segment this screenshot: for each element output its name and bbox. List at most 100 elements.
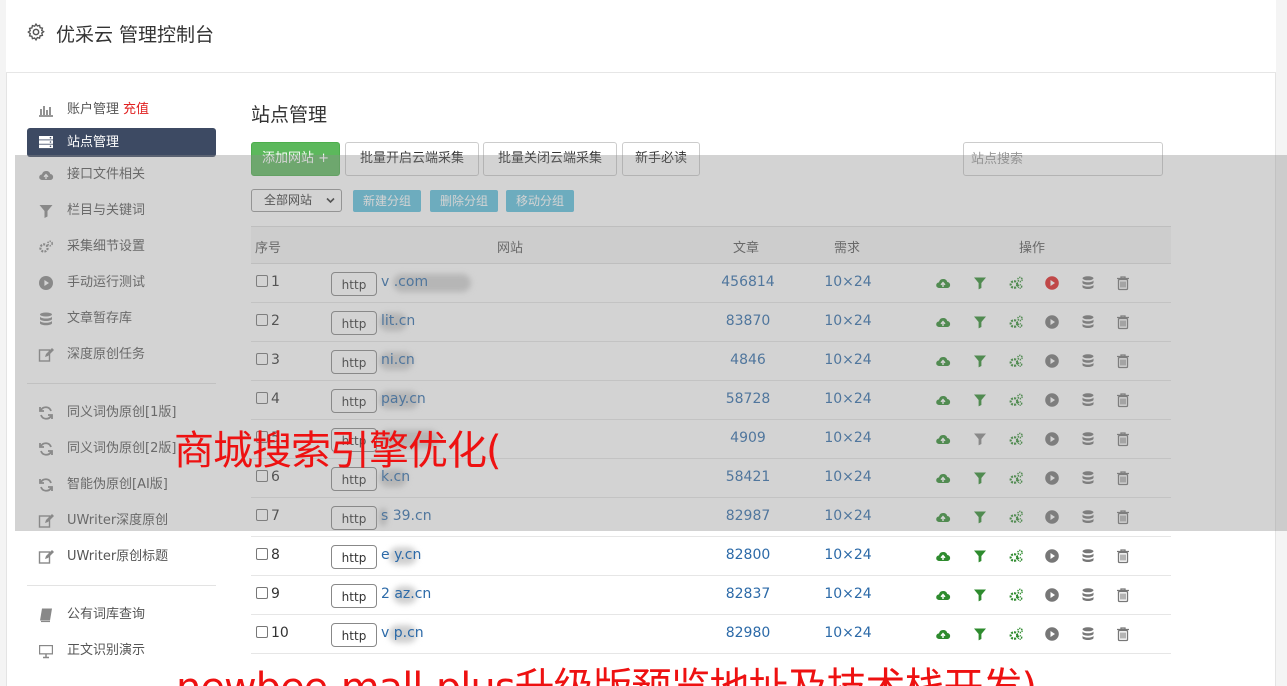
site-search-input[interactable] [963,142,1163,176]
gears-icon[interactable] [1008,626,1024,642]
database-icon[interactable] [1080,587,1096,603]
gears-icon[interactable] [1008,431,1024,447]
cloud-upload-icon[interactable] [935,587,951,603]
database-icon[interactable] [1080,548,1096,564]
article-count-link[interactable]: 82980 [711,625,785,641]
protocol-button[interactable]: http [331,272,377,296]
sidebar-item-uwriter-deep[interactable]: UWriter深度原创 [27,503,216,539]
play-circle-icon[interactable] [1044,275,1060,291]
protocol-button[interactable]: http [331,506,377,530]
cloud-upload-icon[interactable] [935,626,951,642]
row-checkbox[interactable] [256,353,268,365]
gears-icon[interactable] [1008,392,1024,408]
site-domain-link[interactable]: v .com [381,274,428,290]
database-icon[interactable] [1080,392,1096,408]
article-count-link[interactable]: 58728 [711,391,785,407]
recharge-link[interactable]: 充值 [123,102,149,117]
database-icon[interactable] [1080,353,1096,369]
delete-group-button[interactable]: 删除分组 [430,190,498,212]
play-circle-icon[interactable] [1044,548,1060,564]
filter-icon[interactable] [972,353,988,369]
cloud-upload-icon[interactable] [935,314,951,330]
new-group-button[interactable]: 新建分组 [353,190,421,212]
filter-icon[interactable] [972,470,988,486]
site-domain-link[interactable]: pay.cn [381,391,426,407]
site-domain-link[interactable]: e y.cn [381,547,421,563]
cloud-upload-icon[interactable] [935,470,951,486]
trash-icon[interactable] [1115,392,1131,408]
article-count-link[interactable]: 83870 [711,313,785,329]
gears-icon[interactable] [1008,470,1024,486]
cloud-upload-icon[interactable] [935,275,951,291]
newbie-guide-button[interactable]: 新手必读 [622,142,700,176]
protocol-button[interactable]: http [331,350,377,374]
enable-cloud-collect-button[interactable]: 批量开启云端采集 [345,142,479,176]
row-checkbox[interactable] [256,275,268,287]
site-domain-link[interactable]: s 39.cn [381,508,432,524]
play-circle-icon[interactable] [1044,353,1060,369]
article-count-link[interactable]: 58421 [711,469,785,485]
cloud-upload-icon[interactable] [935,392,951,408]
trash-icon[interactable] [1115,626,1131,642]
sidebar-item-account[interactable]: 账户管理 充值 [27,92,216,128]
row-checkbox[interactable] [256,587,268,599]
demand-link[interactable]: 10×24 [811,586,885,602]
filter-icon[interactable] [972,314,988,330]
row-checkbox[interactable] [256,392,268,404]
database-icon[interactable] [1080,509,1096,525]
site-domain-link[interactable]: lit.cn [381,313,415,329]
filter-icon[interactable] [972,509,988,525]
demand-link[interactable]: 10×24 [811,274,885,290]
trash-icon[interactable] [1115,431,1131,447]
trash-icon[interactable] [1115,548,1131,564]
demand-link[interactable]: 10×24 [811,430,885,446]
trash-icon[interactable] [1115,587,1131,603]
database-icon[interactable] [1080,626,1096,642]
disable-cloud-collect-button[interactable]: 批量关闭云端采集 [483,142,617,176]
demand-link[interactable]: 10×24 [811,391,885,407]
database-icon[interactable] [1080,314,1096,330]
play-circle-icon[interactable] [1044,470,1060,486]
gears-icon[interactable] [1008,587,1024,603]
article-count-link[interactable]: 82800 [711,547,785,563]
trash-icon[interactable] [1115,509,1131,525]
demand-link[interactable]: 10×24 [811,352,885,368]
demand-link[interactable]: 10×24 [811,469,885,485]
protocol-button[interactable]: http [331,311,377,335]
article-count-link[interactable]: 456814 [711,274,785,290]
sidebar-item-deep-original[interactable]: 深度原创任务 [27,337,216,373]
filter-icon[interactable] [972,548,988,564]
site-domain-link[interactable]: ni.cn [381,352,415,368]
filter-icon[interactable] [972,431,988,447]
database-icon[interactable] [1080,275,1096,291]
play-circle-icon[interactable] [1044,509,1060,525]
database-icon[interactable] [1080,431,1096,447]
filter-icon[interactable] [972,275,988,291]
cloud-upload-icon[interactable] [935,431,951,447]
demand-link[interactable]: 10×24 [811,313,885,329]
group-select[interactable]: 全部网站 [251,189,342,212]
sidebar-item-uwriter-title[interactable]: UWriter原创标题 [27,539,216,575]
trash-icon[interactable] [1115,314,1131,330]
demand-link[interactable]: 10×24 [811,547,885,563]
demand-link[interactable]: 10×24 [811,625,885,641]
play-circle-icon[interactable] [1044,626,1060,642]
row-checkbox[interactable] [256,509,268,521]
move-group-button[interactable]: 移动分组 [506,190,574,212]
sidebar-item-public-lexicon[interactable]: 公有词库查询 [27,597,216,633]
cloud-upload-icon[interactable] [935,353,951,369]
cloud-upload-icon[interactable] [935,548,951,564]
gears-icon[interactable] [1008,353,1024,369]
gears-icon[interactable] [1008,509,1024,525]
trash-icon[interactable] [1115,470,1131,486]
play-circle-icon[interactable] [1044,431,1060,447]
database-icon[interactable] [1080,470,1096,486]
sidebar-item-interface-files[interactable]: 接口文件相关 [27,157,216,193]
gears-icon[interactable] [1008,548,1024,564]
protocol-button[interactable]: http [331,623,377,647]
site-domain-link[interactable]: 2 az.cn [381,586,431,602]
filter-icon[interactable] [972,587,988,603]
trash-icon[interactable] [1115,353,1131,369]
protocol-button[interactable]: http [331,545,377,569]
article-count-link[interactable]: 82837 [711,586,785,602]
